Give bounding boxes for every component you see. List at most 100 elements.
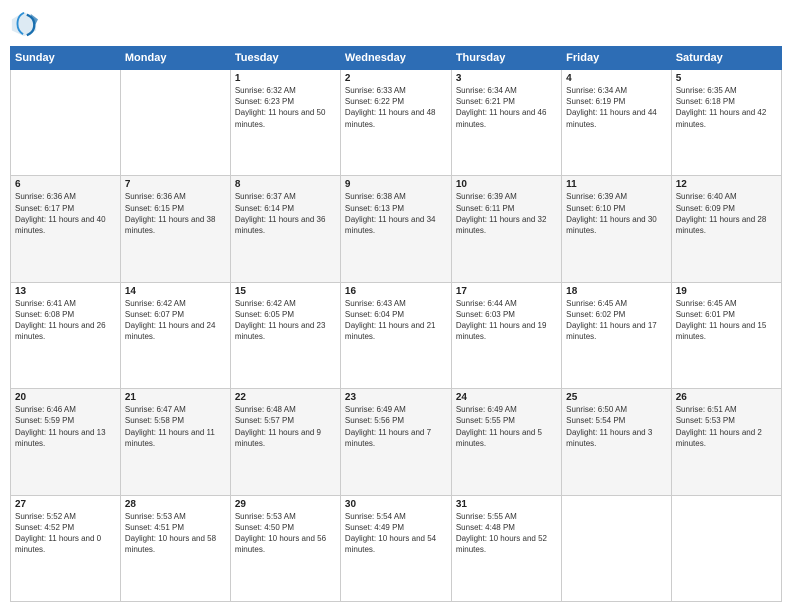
calendar-cell: 16Sunrise: 6:43 AM Sunset: 6:04 PM Dayli… bbox=[340, 282, 451, 388]
day-info: Sunrise: 5:55 AM Sunset: 4:48 PM Dayligh… bbox=[456, 511, 557, 556]
calendar-week-row: 27Sunrise: 5:52 AM Sunset: 4:52 PM Dayli… bbox=[11, 495, 782, 601]
day-number: 23 bbox=[345, 392, 447, 403]
day-number: 1 bbox=[235, 73, 336, 84]
day-info: Sunrise: 6:40 AM Sunset: 6:09 PM Dayligh… bbox=[676, 191, 777, 236]
day-number: 21 bbox=[125, 392, 226, 403]
day-number: 18 bbox=[566, 286, 667, 297]
day-info: Sunrise: 6:35 AM Sunset: 6:18 PM Dayligh… bbox=[676, 85, 777, 130]
day-number: 30 bbox=[345, 499, 447, 510]
weekday-header-wednesday: Wednesday bbox=[340, 47, 451, 70]
day-number: 26 bbox=[676, 392, 777, 403]
day-number: 4 bbox=[566, 73, 667, 84]
day-number: 11 bbox=[566, 179, 667, 190]
day-number: 17 bbox=[456, 286, 557, 297]
calendar-cell: 6Sunrise: 6:36 AM Sunset: 6:17 PM Daylig… bbox=[11, 176, 121, 282]
calendar-cell: 12Sunrise: 6:40 AM Sunset: 6:09 PM Dayli… bbox=[671, 176, 781, 282]
calendar-cell: 30Sunrise: 5:54 AM Sunset: 4:49 PM Dayli… bbox=[340, 495, 451, 601]
weekday-header-saturday: Saturday bbox=[671, 47, 781, 70]
calendar-week-row: 6Sunrise: 6:36 AM Sunset: 6:17 PM Daylig… bbox=[11, 176, 782, 282]
day-number: 27 bbox=[15, 499, 116, 510]
day-info: Sunrise: 6:42 AM Sunset: 6:07 PM Dayligh… bbox=[125, 298, 226, 343]
day-info: Sunrise: 6:32 AM Sunset: 6:23 PM Dayligh… bbox=[235, 85, 336, 130]
weekday-header-row: SundayMondayTuesdayWednesdayThursdayFrid… bbox=[11, 47, 782, 70]
day-info: Sunrise: 6:42 AM Sunset: 6:05 PM Dayligh… bbox=[235, 298, 336, 343]
calendar-cell bbox=[11, 70, 121, 176]
calendar-cell: 24Sunrise: 6:49 AM Sunset: 5:55 PM Dayli… bbox=[451, 389, 561, 495]
calendar-cell: 25Sunrise: 6:50 AM Sunset: 5:54 PM Dayli… bbox=[562, 389, 672, 495]
weekday-header-thursday: Thursday bbox=[451, 47, 561, 70]
day-number: 29 bbox=[235, 499, 336, 510]
day-number: 2 bbox=[345, 73, 447, 84]
calendar-cell: 11Sunrise: 6:39 AM Sunset: 6:10 PM Dayli… bbox=[562, 176, 672, 282]
day-number: 3 bbox=[456, 73, 557, 84]
calendar-cell: 3Sunrise: 6:34 AM Sunset: 6:21 PM Daylig… bbox=[451, 70, 561, 176]
day-info: Sunrise: 6:45 AM Sunset: 6:01 PM Dayligh… bbox=[676, 298, 777, 343]
calendar-cell: 5Sunrise: 6:35 AM Sunset: 6:18 PM Daylig… bbox=[671, 70, 781, 176]
day-number: 14 bbox=[125, 286, 226, 297]
calendar-cell: 10Sunrise: 6:39 AM Sunset: 6:11 PM Dayli… bbox=[451, 176, 561, 282]
calendar-cell: 1Sunrise: 6:32 AM Sunset: 6:23 PM Daylig… bbox=[230, 70, 340, 176]
calendar-cell: 13Sunrise: 6:41 AM Sunset: 6:08 PM Dayli… bbox=[11, 282, 121, 388]
day-number: 20 bbox=[15, 392, 116, 403]
day-number: 12 bbox=[676, 179, 777, 190]
day-info: Sunrise: 6:39 AM Sunset: 6:10 PM Dayligh… bbox=[566, 191, 667, 236]
calendar-cell bbox=[671, 495, 781, 601]
calendar-cell: 14Sunrise: 6:42 AM Sunset: 6:07 PM Dayli… bbox=[120, 282, 230, 388]
calendar-cell: 19Sunrise: 6:45 AM Sunset: 6:01 PM Dayli… bbox=[671, 282, 781, 388]
calendar-cell: 29Sunrise: 5:53 AM Sunset: 4:50 PM Dayli… bbox=[230, 495, 340, 601]
weekday-header-tuesday: Tuesday bbox=[230, 47, 340, 70]
day-number: 16 bbox=[345, 286, 447, 297]
day-number: 5 bbox=[676, 73, 777, 84]
calendar-cell bbox=[562, 495, 672, 601]
calendar-week-row: 13Sunrise: 6:41 AM Sunset: 6:08 PM Dayli… bbox=[11, 282, 782, 388]
day-info: Sunrise: 5:53 AM Sunset: 4:50 PM Dayligh… bbox=[235, 511, 336, 556]
calendar-cell: 27Sunrise: 5:52 AM Sunset: 4:52 PM Dayli… bbox=[11, 495, 121, 601]
calendar-cell: 8Sunrise: 6:37 AM Sunset: 6:14 PM Daylig… bbox=[230, 176, 340, 282]
header bbox=[10, 10, 782, 38]
day-info: Sunrise: 6:48 AM Sunset: 5:57 PM Dayligh… bbox=[235, 404, 336, 449]
calendar-week-row: 1Sunrise: 6:32 AM Sunset: 6:23 PM Daylig… bbox=[11, 70, 782, 176]
day-info: Sunrise: 6:37 AM Sunset: 6:14 PM Dayligh… bbox=[235, 191, 336, 236]
calendar-cell: 28Sunrise: 5:53 AM Sunset: 4:51 PM Dayli… bbox=[120, 495, 230, 601]
day-number: 6 bbox=[15, 179, 116, 190]
day-number: 13 bbox=[15, 286, 116, 297]
day-number: 28 bbox=[125, 499, 226, 510]
calendar-table: SundayMondayTuesdayWednesdayThursdayFrid… bbox=[10, 46, 782, 602]
day-info: Sunrise: 6:47 AM Sunset: 5:58 PM Dayligh… bbox=[125, 404, 226, 449]
day-info: Sunrise: 6:46 AM Sunset: 5:59 PM Dayligh… bbox=[15, 404, 116, 449]
weekday-header-monday: Monday bbox=[120, 47, 230, 70]
day-number: 19 bbox=[676, 286, 777, 297]
day-info: Sunrise: 6:38 AM Sunset: 6:13 PM Dayligh… bbox=[345, 191, 447, 236]
logo-icon bbox=[10, 10, 38, 38]
weekday-header-sunday: Sunday bbox=[11, 47, 121, 70]
calendar-cell bbox=[120, 70, 230, 176]
calendar-cell: 15Sunrise: 6:42 AM Sunset: 6:05 PM Dayli… bbox=[230, 282, 340, 388]
day-info: Sunrise: 6:36 AM Sunset: 6:17 PM Dayligh… bbox=[15, 191, 116, 236]
day-info: Sunrise: 6:49 AM Sunset: 5:55 PM Dayligh… bbox=[456, 404, 557, 449]
day-info: Sunrise: 6:50 AM Sunset: 5:54 PM Dayligh… bbox=[566, 404, 667, 449]
day-info: Sunrise: 6:33 AM Sunset: 6:22 PM Dayligh… bbox=[345, 85, 447, 130]
calendar-cell: 31Sunrise: 5:55 AM Sunset: 4:48 PM Dayli… bbox=[451, 495, 561, 601]
day-info: Sunrise: 6:45 AM Sunset: 6:02 PM Dayligh… bbox=[566, 298, 667, 343]
day-number: 15 bbox=[235, 286, 336, 297]
day-number: 7 bbox=[125, 179, 226, 190]
day-info: Sunrise: 6:51 AM Sunset: 5:53 PM Dayligh… bbox=[676, 404, 777, 449]
calendar-cell: 4Sunrise: 6:34 AM Sunset: 6:19 PM Daylig… bbox=[562, 70, 672, 176]
calendar-cell: 20Sunrise: 6:46 AM Sunset: 5:59 PM Dayli… bbox=[11, 389, 121, 495]
calendar-cell: 2Sunrise: 6:33 AM Sunset: 6:22 PM Daylig… bbox=[340, 70, 451, 176]
day-info: Sunrise: 5:52 AM Sunset: 4:52 PM Dayligh… bbox=[15, 511, 116, 556]
calendar-cell: 9Sunrise: 6:38 AM Sunset: 6:13 PM Daylig… bbox=[340, 176, 451, 282]
day-number: 22 bbox=[235, 392, 336, 403]
day-info: Sunrise: 6:41 AM Sunset: 6:08 PM Dayligh… bbox=[15, 298, 116, 343]
day-info: Sunrise: 5:53 AM Sunset: 4:51 PM Dayligh… bbox=[125, 511, 226, 556]
day-info: Sunrise: 6:43 AM Sunset: 6:04 PM Dayligh… bbox=[345, 298, 447, 343]
day-number: 10 bbox=[456, 179, 557, 190]
calendar-week-row: 20Sunrise: 6:46 AM Sunset: 5:59 PM Dayli… bbox=[11, 389, 782, 495]
calendar-cell: 23Sunrise: 6:49 AM Sunset: 5:56 PM Dayli… bbox=[340, 389, 451, 495]
calendar-cell: 17Sunrise: 6:44 AM Sunset: 6:03 PM Dayli… bbox=[451, 282, 561, 388]
day-info: Sunrise: 6:39 AM Sunset: 6:11 PM Dayligh… bbox=[456, 191, 557, 236]
calendar-cell: 26Sunrise: 6:51 AM Sunset: 5:53 PM Dayli… bbox=[671, 389, 781, 495]
calendar-cell: 22Sunrise: 6:48 AM Sunset: 5:57 PM Dayli… bbox=[230, 389, 340, 495]
day-number: 8 bbox=[235, 179, 336, 190]
day-info: Sunrise: 6:44 AM Sunset: 6:03 PM Dayligh… bbox=[456, 298, 557, 343]
